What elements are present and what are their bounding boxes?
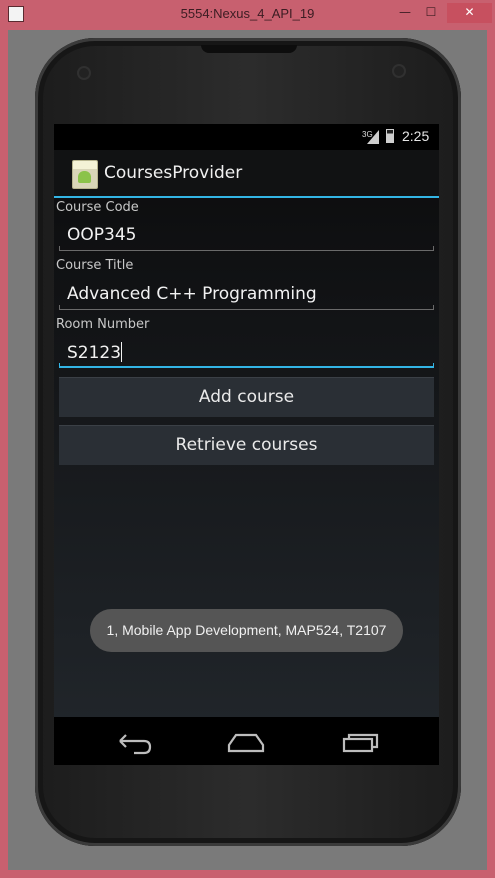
window-titlebar[interactable]: 5554:Nexus_4_API_19 — ☐ ✕ [0,0,495,30]
room-number-label: Room Number [56,317,150,332]
course-title-field[interactable]: Advanced C++ Programming [59,276,434,310]
home-icon[interactable] [226,727,266,755]
course-code-field[interactable]: OOP345 [59,217,434,251]
navigation-bar [54,717,439,765]
course-title-value: Advanced C++ Programming [67,284,317,304]
toast-message: 1, Mobile App Development, MAP524, T2107 [90,609,403,652]
signal-icon [367,130,379,144]
device-screen: 3G 2:25 CoursesProvider Course Code OOP3… [54,124,439,765]
status-bar: 3G 2:25 [54,124,439,150]
close-button[interactable]: ✕ [447,3,492,23]
action-bar: CoursesProvider [54,150,439,198]
retrieve-courses-button[interactable]: Retrieve courses [59,425,434,465]
add-course-button[interactable]: Add course [59,377,434,417]
recents-icon[interactable] [341,727,381,755]
back-icon[interactable] [114,727,154,755]
android-robot-icon [78,171,91,183]
front-camera [392,64,406,78]
maximize-button[interactable]: ☐ [418,3,444,23]
app-title: CoursesProvider [104,163,243,183]
minimize-button[interactable]: — [392,3,418,23]
sensor-dot [77,66,91,80]
android-app-icon [72,160,98,189]
battery-icon [386,129,394,143]
course-title-label: Course Title [56,258,134,273]
earpiece-speaker [201,45,297,53]
course-code-value: OOP345 [67,225,137,245]
text-cursor [121,342,123,362]
status-time: 2:25 [402,128,430,144]
room-number-value: S2123 [67,343,122,363]
course-code-label: Course Code [56,200,139,215]
room-number-field[interactable]: S2123 [59,334,434,368]
